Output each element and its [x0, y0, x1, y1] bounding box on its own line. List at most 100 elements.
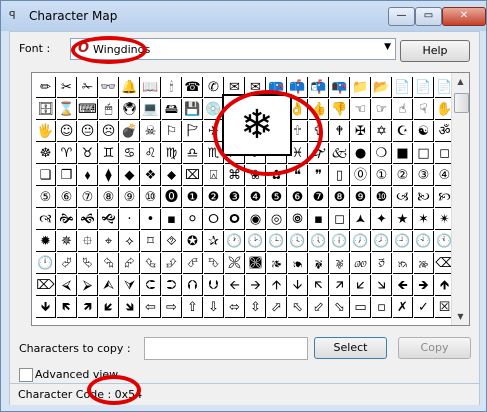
char-cell[interactable]: 🙖 [330, 253, 350, 274]
char-cell[interactable]: ⮷ [204, 253, 224, 274]
char-cell[interactable]: ❹ [246, 187, 266, 208]
char-cell[interactable]: ⮉ [183, 275, 203, 296]
char-cell[interactable]: 🙝 [99, 209, 119, 230]
scroll-down-icon[interactable]: ▼ [452, 308, 469, 325]
char-cell[interactable]: ♌ [141, 143, 161, 164]
char-cell[interactable]: ❶ [183, 187, 203, 208]
char-cell[interactable]: 🡨 [225, 275, 245, 296]
char-cell[interactable]: ✶ [414, 209, 434, 230]
char-cell[interactable]: ▪ [309, 209, 329, 230]
char-cell[interactable]: ⌑ [141, 231, 161, 252]
char-cell[interactable]: 🡬 [309, 275, 329, 296]
char-cell[interactable]: 🕛 [36, 253, 56, 274]
char-cell[interactable]: ❷ [204, 187, 224, 208]
char-cell[interactable]: ⮰ [57, 253, 77, 274]
char-cell[interactable]: 🕔 [309, 231, 329, 252]
char-cell[interactable]: 🡾 [120, 297, 140, 318]
char-cell[interactable]: ⬥ [162, 165, 182, 186]
char-cell[interactable]: ⚐ [162, 121, 182, 142]
char-cell[interactable]: ✠ [351, 121, 371, 142]
char-cell[interactable]: ♊ [99, 143, 119, 164]
char-cell[interactable]: ❍ [372, 143, 392, 164]
char-cell[interactable]: 🙵 [330, 143, 350, 164]
char-cell[interactable]: · [120, 209, 140, 230]
select-button[interactable]: Select [314, 337, 387, 359]
char-cell[interactable]: 📂 [372, 77, 392, 98]
char-cell[interactable]: ⌖ [99, 231, 119, 252]
char-cell[interactable]: 🕈 [330, 121, 350, 142]
char-cell[interactable]: 🡽 [78, 297, 98, 318]
char-cell[interactable]: ⑩ [141, 187, 161, 208]
char-cell[interactable]: ⮛ [120, 275, 140, 296]
char-cell[interactable]: ♋ [120, 143, 140, 164]
char-cell[interactable]: 🙗 [309, 253, 329, 274]
char-cell[interactable]: 🙔 [288, 253, 308, 274]
char-cell[interactable]: 🙠 [414, 187, 434, 208]
char-cell[interactable]: ⧫ [99, 165, 119, 186]
char-cell[interactable]: 🗄 [36, 99, 56, 120]
char-cell[interactable]: 🕑 [246, 231, 266, 252]
char-cell[interactable]: 🙞 [57, 209, 77, 230]
char-cell[interactable]: ⮚ [78, 275, 98, 296]
char-cell[interactable]: ② [393, 165, 413, 186]
char-cell[interactable]: ❽ [330, 187, 350, 208]
char-cell[interactable]: 👓 [99, 77, 119, 98]
char-cell[interactable]: ⬄ [225, 297, 245, 318]
char-cell[interactable]: 🕯 [162, 77, 182, 98]
char-cell[interactable]: 🙒 [393, 253, 413, 274]
char-cell[interactable]: 📖 [141, 77, 161, 98]
char-cell[interactable]: 📭 [330, 77, 350, 98]
char-cell[interactable]: 📁 [351, 77, 371, 98]
char-cell[interactable]: ⇧ [183, 297, 203, 318]
char-cell[interactable]: ⮵ [162, 253, 182, 274]
char-cell[interactable]: ✦ [372, 209, 392, 230]
char-cell[interactable]: ◉ [246, 209, 266, 230]
char-cell[interactable]: ☟ [414, 99, 434, 120]
char-cell[interactable]: ☝ [393, 99, 413, 120]
char-cell[interactable]: 🡻 [36, 297, 56, 318]
char-cell[interactable]: 🡸 [393, 275, 413, 296]
char-cell[interactable]: 🙑 [372, 253, 392, 274]
char-cell[interactable]: ⮲ [99, 253, 119, 274]
char-cell[interactable]: • [141, 209, 161, 230]
char-cell[interactable]: ⬂ [330, 297, 350, 318]
char-cell[interactable]: ✡ [372, 121, 392, 142]
char-cell[interactable]: 🕗 [372, 231, 392, 252]
char-cell[interactable]: 🏱 [183, 121, 203, 142]
char-cell[interactable]: 🙐 [351, 253, 371, 274]
char-cell[interactable]: ⮘ [57, 275, 77, 296]
char-cell[interactable]: ♍ [162, 143, 182, 164]
char-cell[interactable]: ☹ [99, 121, 119, 142]
char-cell[interactable]: ⮙ [99, 275, 119, 296]
char-cell[interactable]: 🡮 [372, 275, 392, 296]
char-cell[interactable]: ◻ [330, 209, 350, 230]
char-cell[interactable]: ⚪ [183, 209, 203, 230]
char-cell[interactable]: ▫ [372, 297, 392, 318]
char-cell[interactable]: 💻 [141, 99, 161, 120]
char-cell[interactable]: 🖲 [120, 99, 140, 120]
char-cell[interactable]: 🕘 [393, 231, 413, 252]
char-cell[interactable]: 🙕 [267, 253, 287, 274]
char-cell[interactable]: 🙜 [78, 209, 98, 230]
char-cell[interactable]: ⍓ [204, 165, 224, 186]
char-cell[interactable]: ✰ [204, 231, 224, 252]
char-cell[interactable]: ❻ [288, 187, 308, 208]
char-cell[interactable]: ⇳ [246, 297, 266, 318]
char-cell[interactable]: ⓪ [351, 165, 371, 186]
char-cell[interactable]: ⮋ [204, 275, 224, 296]
char-cell[interactable]: ⑨ [120, 187, 140, 208]
char-cell[interactable]: ♎ [183, 143, 203, 164]
char-cell[interactable]: 🕐 [225, 231, 245, 252]
char-cell[interactable]: ❞ [309, 165, 329, 186]
char-cell[interactable]: 🖱 [99, 99, 119, 120]
char-cell[interactable]: ⬀ [267, 297, 287, 318]
char-cell[interactable]: ✁ [78, 77, 98, 98]
char-cell[interactable]: 🡿 [99, 297, 119, 318]
char-cell[interactable]: ⑧ [99, 187, 119, 208]
char-cell[interactable]: ⓿ [162, 187, 182, 208]
char-cell[interactable]: ♉ [78, 143, 98, 164]
char-cell[interactable]: ⌧ [183, 165, 203, 186]
char-cell[interactable]: 🕓 [288, 231, 308, 252]
char-cell[interactable]: ⌦ [36, 275, 56, 296]
char-cell[interactable]: ▭ [351, 297, 371, 318]
